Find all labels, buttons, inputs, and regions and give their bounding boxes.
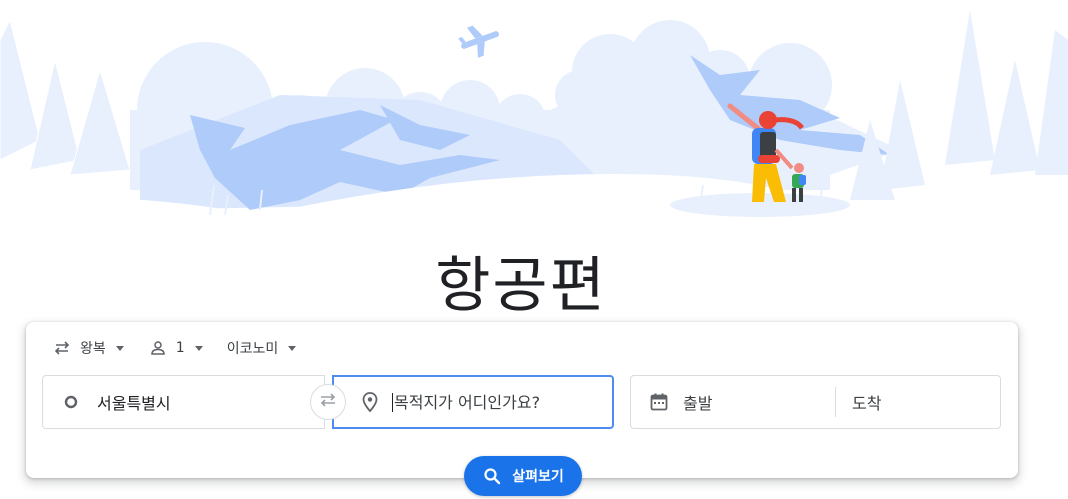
cabin-class-label: 이코노미	[226, 341, 279, 357]
page-title: 항공편	[435, 251, 607, 322]
chevron-down-icon	[194, 345, 203, 351]
search-icon	[482, 466, 502, 486]
chevron-down-icon	[115, 345, 124, 351]
swap-horizontal-icon	[317, 389, 339, 415]
calendar-icon	[647, 390, 671, 414]
location-pin-icon	[358, 390, 382, 414]
origin-value: 서울특별시	[97, 394, 171, 413]
return-date-input[interactable]: 도착	[852, 390, 881, 414]
circle-icon	[59, 390, 83, 414]
departure-date-input[interactable]: 출발	[683, 390, 835, 414]
dates-field[interactable]: 출발 도착	[630, 375, 1001, 429]
flight-search-card: 왕복 1 이코노미 서울특별시 목적지가 어디인가요? 출발 도착 살펴보기	[26, 322, 1018, 496]
person-icon	[148, 338, 168, 358]
explore-button-label: 살펴보기	[512, 469, 564, 485]
swap-origin-destination-button[interactable]	[310, 384, 346, 420]
search-options-row: 왕복 1 이코노미	[50, 336, 318, 360]
origin-field[interactable]: 서울특별시	[42, 375, 325, 429]
cabin-class-dropdown[interactable]: 이코노미	[225, 336, 303, 360]
explore-button[interactable]: 살펴보기	[464, 456, 582, 496]
chevron-down-icon	[288, 345, 297, 351]
destination-input[interactable]	[392, 392, 604, 412]
passengers-dropdown[interactable]: 1	[146, 336, 209, 360]
passenger-count: 1	[175, 340, 185, 356]
date-divider	[835, 387, 836, 417]
swap-arrows-icon	[52, 338, 72, 358]
flights-page: 항공편 왕복 1 이코노미 서울특별시 목적지가 어디인가요? 출발 도착 살펴…	[0, 0, 1068, 499]
destination-field[interactable]	[332, 375, 614, 429]
trip-type-dropdown[interactable]: 왕복	[50, 336, 130, 360]
trip-type-label: 왕복	[80, 341, 106, 357]
